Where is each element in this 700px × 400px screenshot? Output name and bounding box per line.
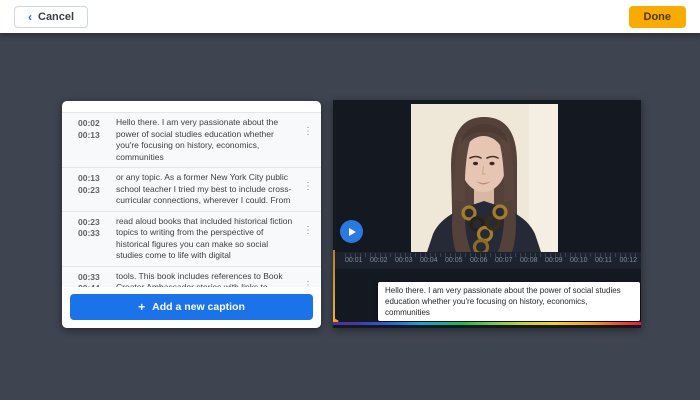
timeline-label: 00:01 <box>345 257 363 264</box>
editor-stage: 00:02 00:13 Hello there. I am very passi… <box>0 33 700 400</box>
caption-start-time: 00:02 <box>78 118 108 130</box>
caption-text: tools. This book includes references to … <box>116 271 293 288</box>
playhead[interactable] <box>333 250 335 322</box>
timeline-label: 00:08 <box>520 257 538 264</box>
top-bar: ‹ Cancel Done <box>0 0 700 33</box>
timeline-label: 00:02 <box>370 257 388 264</box>
add-caption-button[interactable]: + Add a new caption <box>70 294 313 320</box>
caption-list: 00:02 00:13 Hello there. I am very passi… <box>62 112 321 287</box>
timeline-label: 00:09 <box>545 257 563 264</box>
timeline-ruler[interactable]: 00:01 00:02 00:03 00:04 00:05 00:06 00:07 00:08… <box>333 252 641 269</box>
timeline-label: 00:10 <box>570 257 588 264</box>
caption-overlay: Hello there. I am very passionate about … <box>378 282 640 321</box>
caption-text: Hello there. I am very passionate about … <box>116 117 293 163</box>
caption-menu-button[interactable]: ⋮ <box>301 271 315 288</box>
play-button[interactable] <box>340 220 363 243</box>
caption-menu-button[interactable]: ⋮ <box>301 172 315 192</box>
caption-text: read aloud books that included historica… <box>116 216 293 262</box>
timeline-label: 00:06 <box>470 257 488 264</box>
caption-row[interactable]: 00:23 00:33 read aloud books that includ… <box>62 212 321 267</box>
caption-list-panel: 00:02 00:13 Hello there. I am very passi… <box>62 101 321 328</box>
caption-menu-button[interactable]: ⋮ <box>301 216 315 236</box>
timeline-label: 00:05 <box>445 257 463 264</box>
cancel-label: Cancel <box>38 11 74 23</box>
video-player-panel: 00:01 00:02 00:03 00:04 00:05 00:06 00:07 00:08… <box>333 100 641 328</box>
timeline-label: 00:04 <box>420 257 438 264</box>
caption-start-time: 00:23 <box>78 217 108 229</box>
back-chevron-icon: ‹ <box>28 11 32 23</box>
caption-start-time: 00:33 <box>78 272 108 284</box>
caption-row[interactable]: 00:33 00:44 tools. This book includes re… <box>62 267 321 288</box>
caption-end-time: 00:23 <box>78 185 108 197</box>
progress-rainbow-bar[interactable] <box>333 322 641 325</box>
timeline-labels: 00:01 00:02 00:03 00:04 00:05 00:06 00:07 00:08… <box>345 257 637 264</box>
plus-icon: + <box>138 301 145 313</box>
video-still-portrait <box>411 104 558 252</box>
caption-row[interactable]: 00:02 00:13 Hello there. I am very passi… <box>62 113 321 168</box>
caption-times: 00:23 00:33 <box>78 216 108 240</box>
caption-end-time: 00:13 <box>78 130 108 142</box>
caption-card-footer: + Add a new caption <box>62 287 321 328</box>
timeline-label: 00:12 <box>619 257 637 264</box>
caption-start-time: 00:13 <box>78 173 108 185</box>
play-icon <box>349 228 356 236</box>
cancel-button[interactable]: ‹ Cancel <box>14 6 88 28</box>
timeline-label: 00:11 <box>595 257 612 264</box>
caption-times: 00:02 00:13 <box>78 117 108 141</box>
caption-editor-screen: ‹ Cancel Done 00:02 00:13 Hello there. I… <box>0 0 700 400</box>
caption-end-time: 00:33 <box>78 228 108 240</box>
timeline-label: 00:03 <box>395 257 413 264</box>
caption-times: 00:33 00:44 <box>78 271 108 288</box>
caption-menu-button[interactable]: ⋮ <box>301 117 315 137</box>
caption-times: 00:13 00:23 <box>78 172 108 196</box>
add-caption-label: Add a new caption <box>152 301 245 313</box>
caption-text: or any topic. As a former New York City … <box>116 172 293 207</box>
timeline-label: 00:07 <box>495 257 513 264</box>
done-button[interactable]: Done <box>629 6 687 28</box>
caption-row[interactable]: 00:13 00:23 or any topic. As a former Ne… <box>62 168 321 212</box>
